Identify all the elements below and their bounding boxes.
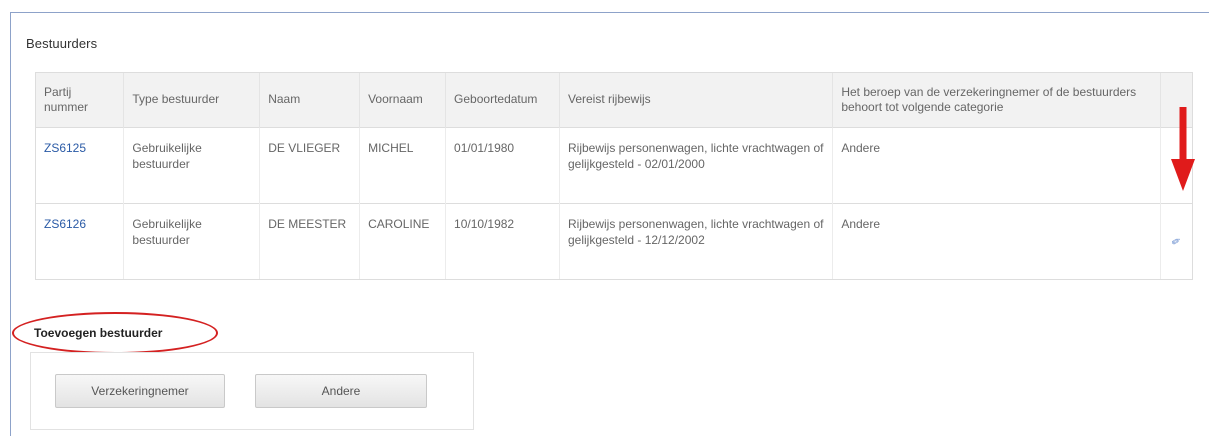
cell-profession-category: Andere bbox=[832, 202, 1161, 279]
header-party-number: Partij nummer bbox=[36, 73, 125, 127]
table-header-row: Partij nummer Type bestuurder Naam Voorn… bbox=[36, 73, 1192, 127]
cell-required-license: Rijbewijs personenwagen, lichte vrachtwa… bbox=[559, 202, 834, 279]
cell-name: DE MEESTER bbox=[259, 202, 361, 279]
add-driver-panel: Verzekeringnemer Andere bbox=[30, 352, 474, 430]
header-driver-type: Type bestuurder bbox=[123, 73, 261, 127]
cell-profession-category: Andere bbox=[832, 126, 1161, 203]
cell-driver-type: Gebruikelijke bestuurder bbox=[123, 126, 261, 203]
table-row: ZS6125 Gebruikelijke bestuurder DE VLIEG… bbox=[36, 126, 1192, 203]
add-driver-title: Toevoegen bestuurder bbox=[34, 326, 163, 340]
cell-firstname: MICHEL bbox=[359, 126, 447, 203]
cell-birthdate: 10/10/1982 bbox=[445, 202, 560, 279]
cell-actions: ✏ bbox=[1160, 202, 1192, 279]
cell-name: DE VLIEGER bbox=[259, 126, 361, 203]
header-firstname: Voornaam bbox=[359, 73, 447, 127]
drivers-table: Partij nummer Type bestuurder Naam Voorn… bbox=[35, 72, 1193, 280]
cell-birthdate: 01/01/1980 bbox=[445, 126, 560, 203]
red-down-arrow-icon bbox=[1171, 107, 1195, 191]
cell-party-number: ZS6125 bbox=[36, 126, 125, 203]
cell-party-number: ZS6126 bbox=[36, 202, 125, 279]
add-policyholder-button[interactable]: Verzekeringnemer bbox=[55, 374, 225, 408]
add-other-button[interactable]: Andere bbox=[255, 374, 427, 408]
table-row: ZS6126 Gebruikelijke bestuurder DE MEEST… bbox=[36, 202, 1192, 279]
party-number-link[interactable]: ZS6125 bbox=[44, 141, 86, 155]
header-name: Naam bbox=[259, 73, 361, 127]
pencil-icon[interactable]: ✏ bbox=[1168, 233, 1184, 251]
section-title-drivers: Bestuurders bbox=[26, 36, 98, 51]
header-birthdate: Geboortedatum bbox=[445, 73, 560, 127]
party-number-link[interactable]: ZS6126 bbox=[44, 217, 86, 231]
header-profession-category: Het beroep van de verzekeringnemer of de… bbox=[832, 73, 1161, 127]
cell-required-license: Rijbewijs personenwagen, lichte vrachtwa… bbox=[559, 126, 834, 203]
cell-driver-type: Gebruikelijke bestuurder bbox=[123, 202, 261, 279]
header-required-license: Vereist rijbewijs bbox=[559, 73, 834, 127]
cell-firstname: CAROLINE bbox=[359, 202, 447, 279]
